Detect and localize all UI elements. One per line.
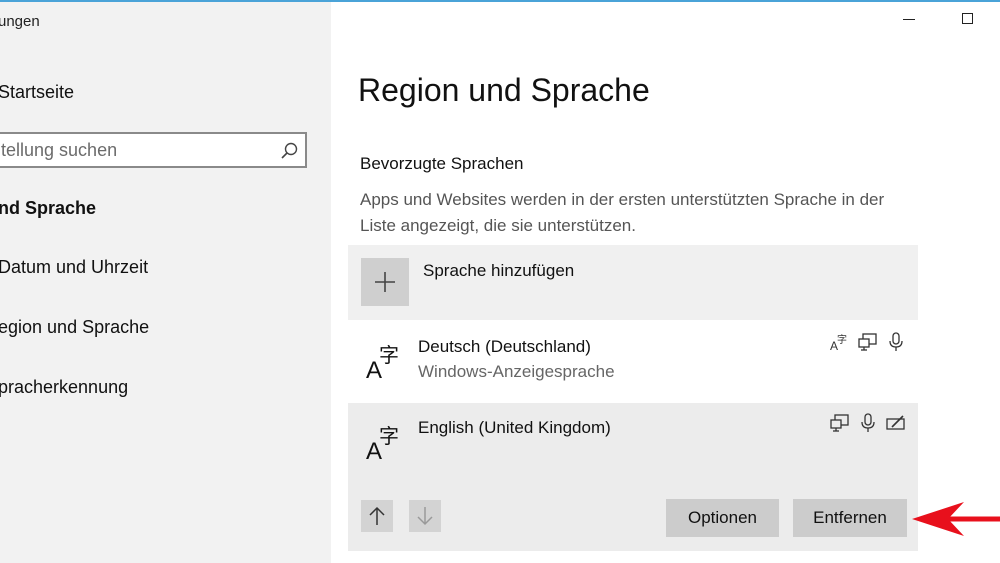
display-language-icon: [830, 414, 849, 432]
add-language-label: Sprache hinzufügen: [423, 261, 575, 280]
remove-button[interactable]: Entfernen: [793, 499, 907, 537]
app-title: ungen: [0, 13, 40, 30]
language-item-english[interactable]: A 字 English (United Kingdom) Optionen En…: [348, 403, 918, 551]
language-icon: A 字: [366, 343, 399, 382]
maximize-button[interactable]: [962, 13, 973, 24]
svg-text:字: 字: [379, 343, 399, 367]
minimize-button[interactable]: [903, 19, 915, 20]
language-name: Deutsch (Deutschland): [418, 337, 591, 356]
language-pack-icon: A 字: [830, 333, 847, 352]
plus-tile: [361, 258, 409, 306]
sidebar-item-speech[interactable]: pracherkennung: [0, 377, 128, 398]
svg-text:字: 字: [379, 424, 399, 448]
sidebar-item-date-time[interactable]: Datum und Uhrzeit: [0, 257, 148, 278]
settings-search-input[interactable]: [0, 134, 271, 166]
sidebar-section-title: nd Sprache: [0, 198, 97, 218]
page-title: Region und Sprache: [358, 72, 650, 108]
speech-icon: [861, 413, 875, 432]
language-subtitle: Windows-Anzeigesprache: [418, 362, 615, 381]
language-name: English (United Kingdom): [418, 418, 611, 437]
plus-icon: [375, 272, 395, 292]
arrow-down-icon: [417, 507, 433, 526]
search-icon[interactable]: [279, 141, 299, 161]
sidebar-item-region-language[interactable]: egion und Sprache: [0, 317, 149, 338]
svg-text:字: 字: [837, 333, 847, 346]
language-icon: A 字: [366, 424, 399, 463]
preferred-languages-description: Apps und Websites werden in der ersten u…: [360, 190, 885, 235]
speech-icon: [889, 332, 903, 351]
handwriting-icon: [886, 415, 905, 430]
red-annotation-arrow-icon: [912, 502, 1000, 536]
sidebar-home-link[interactable]: Startseite: [0, 82, 74, 103]
settings-search-box[interactable]: [0, 132, 307, 168]
options-button[interactable]: Optionen: [666, 499, 779, 537]
display-language-icon: [858, 333, 877, 351]
arrow-up-icon: [369, 506, 385, 525]
move-up-button[interactable]: [361, 500, 393, 532]
preferred-languages-heading: Bevorzugte Sprachen: [360, 154, 524, 173]
sidebar: ungen Startseite nd Sprache Datum und Uh…: [0, 2, 331, 563]
move-down-button[interactable]: [409, 500, 441, 532]
language-item-deutsch[interactable]: A 字 Deutsch (Deutschland) Windows-Anzeig…: [348, 322, 918, 400]
add-language-button[interactable]: Sprache hinzufügen: [348, 245, 918, 320]
